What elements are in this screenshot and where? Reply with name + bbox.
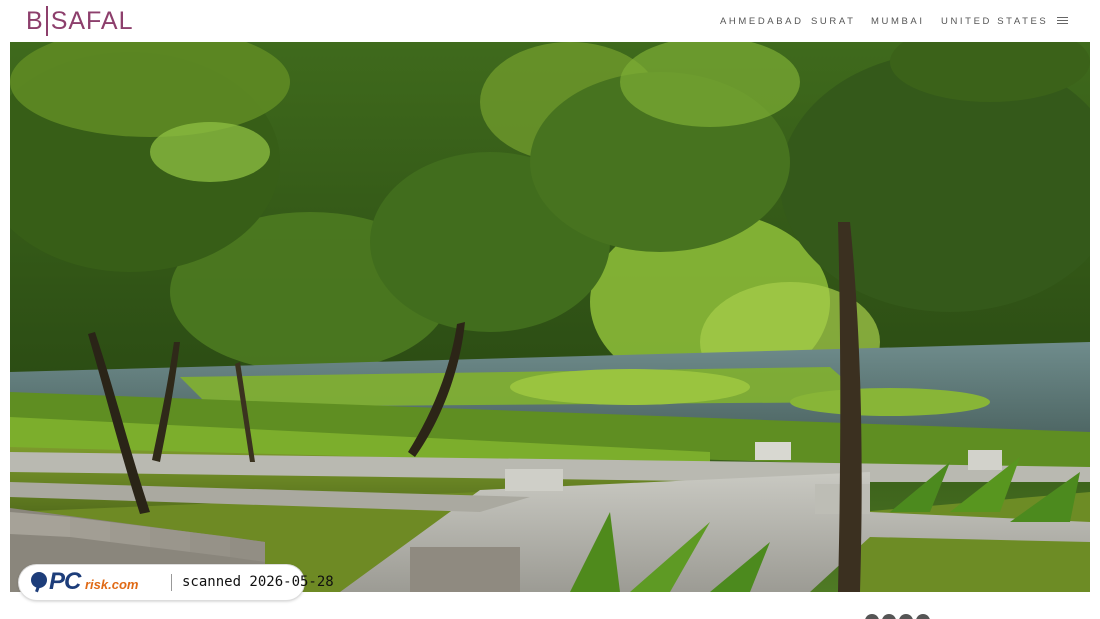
bsafal-logo[interactable]: B SAFAL	[26, 6, 134, 36]
slider-dot[interactable]	[865, 614, 879, 619]
badge-logo-pc: PC	[49, 568, 81, 595]
slider-dot[interactable]	[916, 614, 930, 619]
garden-scene-illustration	[10, 42, 1090, 592]
slider-dot[interactable]	[899, 614, 913, 619]
badge-divider	[171, 574, 172, 591]
nav-link-united-states[interactable]: UNITED STATES	[941, 16, 1048, 27]
slider-dot[interactable]	[882, 614, 896, 619]
slider-pager	[865, 614, 930, 619]
hamburger-menu-icon[interactable]	[1056, 15, 1070, 26]
logo-letter-b: B	[26, 7, 44, 35]
badge-logo-risk: risk.com	[85, 577, 139, 592]
hero-garden-image	[10, 42, 1090, 592]
nav-link-ahmedabad[interactable]: AHMEDABAD	[720, 16, 804, 27]
scan-date-text: scanned 2026-05-28	[182, 574, 334, 590]
nav-link-surat[interactable]: SURAT	[811, 16, 856, 27]
magnifier-icon	[31, 572, 47, 588]
site-header: B SAFAL AHMEDABAD SURAT MUMBAI UNITED ST…	[0, 0, 1100, 42]
pcrisk-scan-badge: PC risk.com scanned 2026-05-28	[19, 565, 334, 600]
nav-link-mumbai[interactable]: MUMBAI	[871, 16, 925, 27]
logo-wordmark: SAFAL	[50, 7, 134, 35]
logo-divider	[45, 6, 48, 36]
